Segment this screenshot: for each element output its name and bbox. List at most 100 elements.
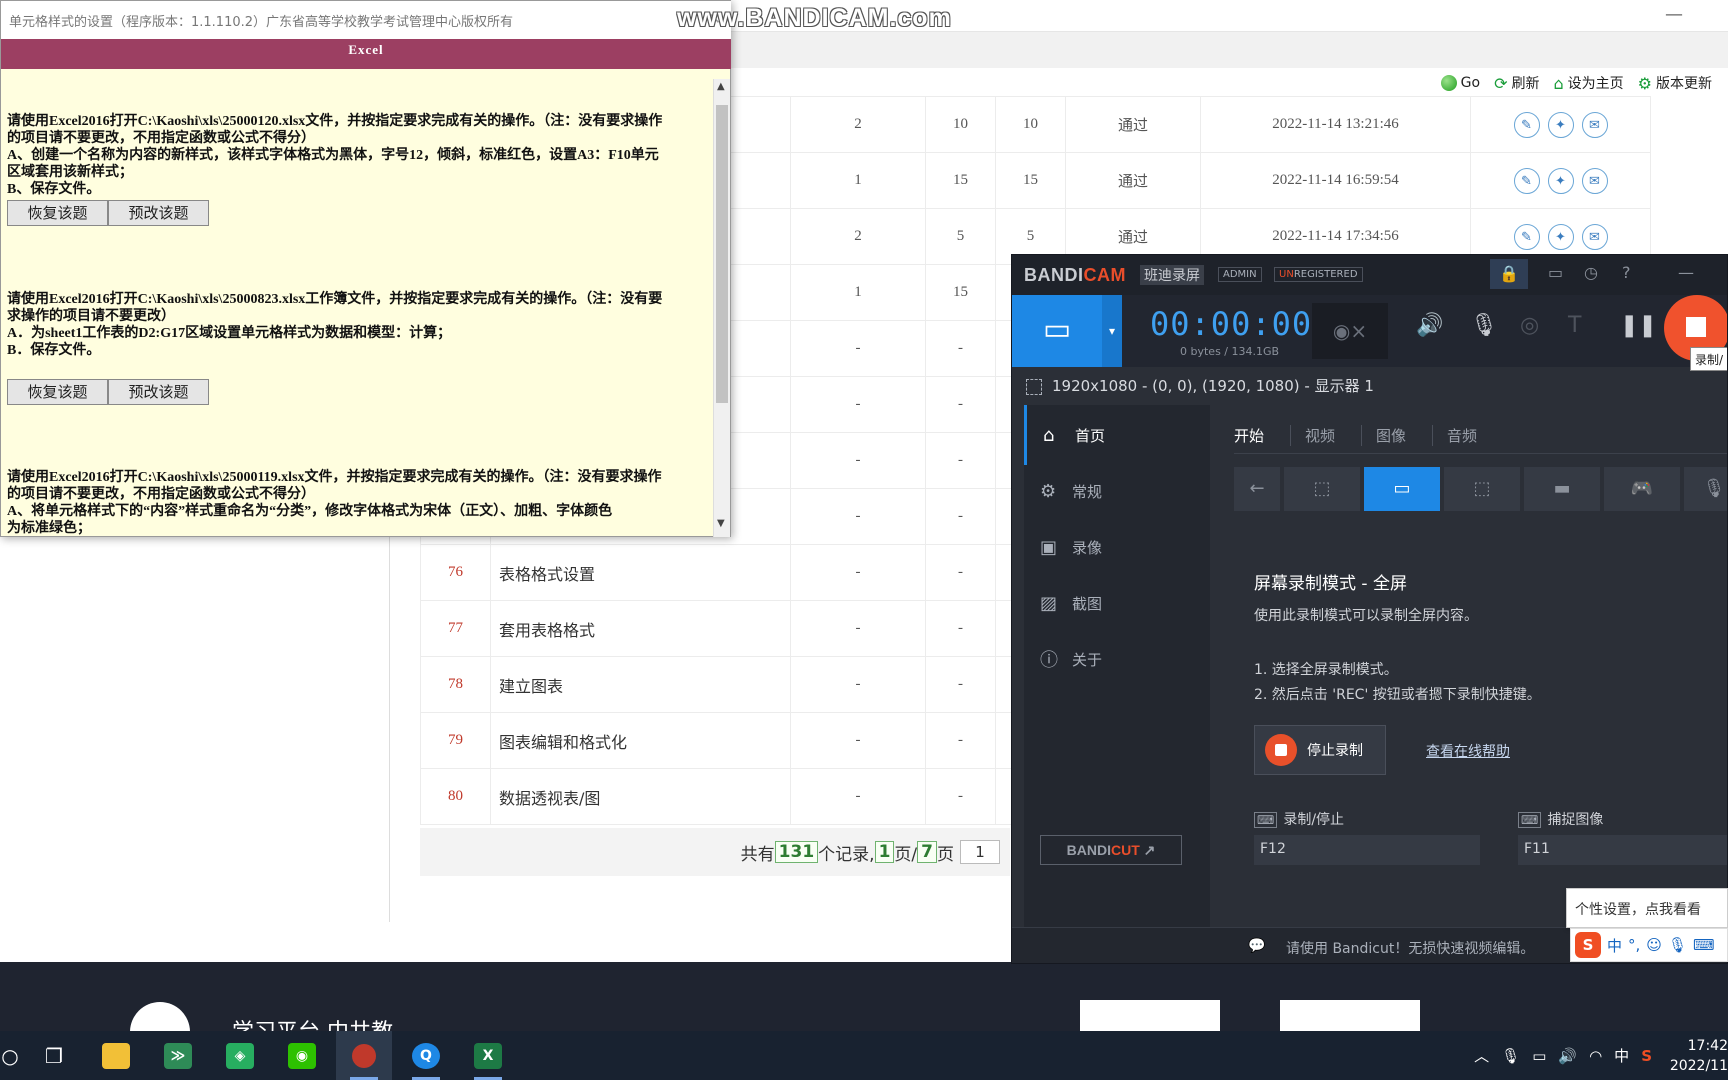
app-green-arrows[interactable]: ≫ (150, 1031, 206, 1080)
sogou-logo-icon[interactable]: S (1575, 932, 1601, 958)
qr-code-icon (1280, 1000, 1420, 1031)
badge-icon[interactable]: ✦ (1547, 167, 1574, 194)
microphone-icon[interactable]: 🎙 (1668, 936, 1687, 954)
bandicut-button[interactable]: BANDICUT ↗ (1040, 835, 1182, 865)
badge-icon[interactable]: ✦ (1547, 223, 1574, 250)
pager-prefix: 共有 (740, 844, 775, 865)
task-view-icon[interactable]: ❐ (26, 1031, 82, 1080)
mail-icon[interactable]: ✉ (1581, 111, 1608, 138)
folder-icon[interactable]: ▭ (1548, 263, 1563, 282)
minimize-button[interactable]: — (1665, 4, 1683, 25)
app-shield[interactable]: ◈ (212, 1031, 268, 1080)
sogou-tray-icon[interactable]: S (1641, 1047, 1652, 1065)
nav-about[interactable]: ⓘ 关于 (1024, 629, 1210, 689)
mail-icon[interactable]: ✉ (1581, 223, 1608, 250)
scroll-thumb[interactable] (716, 105, 728, 403)
review-icon[interactable]: ✎ (1513, 223, 1540, 250)
text-icon[interactable]: T (1568, 313, 1581, 338)
row-number: 77 (420, 600, 491, 657)
row-title[interactable]: 建立图表 (490, 656, 791, 713)
review-icon[interactable]: ✎ (1513, 167, 1540, 194)
monitor-icon[interactable]: ▭ (1012, 295, 1102, 367)
emoji-icon[interactable]: ☺ (1646, 936, 1662, 954)
page-jump-input[interactable]: 1 (960, 840, 1000, 864)
row-col-b: - (925, 656, 996, 713)
ime-language-toggle[interactable]: 中 (1607, 935, 1622, 956)
microphone-icon[interactable]: 🎙 (1501, 1047, 1520, 1065)
excel-app[interactable]: X (460, 1031, 516, 1080)
badge-icon[interactable]: ✦ (1547, 111, 1574, 138)
status-message[interactable]: 请使用 Bandicut！无损快速视频编辑。 (1286, 938, 1534, 958)
go-link[interactable]: Go (1440, 75, 1480, 91)
help-icon[interactable]: ? (1622, 263, 1631, 282)
row-col-a: - (790, 320, 926, 377)
battery-icon[interactable]: ▭ (1532, 1047, 1546, 1065)
clock-icon[interactable]: ◷ (1584, 263, 1598, 282)
nav-home[interactable]: ⌂ 首页 (1024, 405, 1210, 465)
nav-label: 首页 (1075, 426, 1106, 445)
speaker-icon[interactable]: 🔊 (1416, 313, 1443, 338)
video-icon: ▣ (1040, 536, 1058, 558)
row-col-a: - (790, 600, 926, 657)
tab-image[interactable]: 图像 (1376, 425, 1434, 446)
review-icon[interactable]: ✎ (1513, 111, 1540, 138)
volume-icon[interactable]: 🔊 (1558, 1047, 1577, 1065)
mail-icon[interactable]: ✉ (1581, 167, 1608, 194)
stop-recording-label: 停止录制 (1307, 743, 1363, 759)
wechat-app[interactable]: ◉ (274, 1031, 330, 1080)
scroll-up-icon[interactable]: ▲ (717, 81, 725, 92)
row-number: 79 (420, 712, 491, 769)
row-title[interactable]: 图表编辑和格式化 (490, 712, 791, 769)
capture-target[interactable]: 1920x1080 - (0, 0), (1920, 1080) - 显示器 1 (1012, 367, 1727, 403)
row-col-a: - (790, 768, 926, 825)
nav-general[interactable]: ⚙ 常规 (1024, 461, 1210, 521)
tab-video[interactable]: 视频 (1305, 425, 1363, 446)
lock-icon[interactable]: 🔒 (1490, 259, 1528, 289)
chevron-down-icon[interactable]: ▾ (1102, 295, 1122, 367)
tab-audio[interactable]: 音频 (1447, 425, 1503, 446)
around-mouse-mode-icon[interactable]: ⬚ (1444, 467, 1520, 511)
webcam-icon[interactable]: ◉× (1312, 303, 1388, 359)
minimize-icon[interactable]: — (1678, 263, 1694, 282)
microphone-icon[interactable]: 🎙 (1470, 313, 1498, 338)
keyboard-icon[interactable]: ⌨ (1693, 936, 1715, 954)
question-text: 的项目请不要更改，不用指定函数或公式不得分） (7, 487, 315, 502)
nav-screenshot[interactable]: ▨ 截图 (1024, 573, 1210, 633)
rectangle-mode-icon[interactable]: ⬚ (1284, 467, 1360, 511)
row-title[interactable]: 套用表格格式 (490, 600, 791, 657)
hotkey-capture-field[interactable]: F11 (1518, 835, 1727, 865)
input-language-indicator[interactable]: 中 (1614, 1045, 1629, 1066)
stop-recording-button[interactable]: 停止录制 (1254, 725, 1386, 775)
scroll-down-icon[interactable]: ▼ (717, 518, 725, 529)
nav-video[interactable]: ▣ 录像 (1024, 517, 1210, 577)
back-arrow-icon[interactable]: ← (1234, 467, 1280, 511)
excel-icon: X (474, 1042, 502, 1069)
tab-start[interactable]: 开始 (1234, 425, 1292, 446)
chevron-up-icon[interactable]: ︿ (1474, 1045, 1489, 1066)
hdmi-mode-icon[interactable]: ▬ (1524, 467, 1600, 511)
dialog-scrollbar[interactable]: ▲ ▼ (713, 79, 730, 537)
restore-question-button[interactable]: 恢复该题 (7, 379, 108, 405)
bandicam-app[interactable] (336, 1031, 392, 1080)
question-text: A、将单元格样式下的“内容”样式重命名为“分类”，修改字体格式为宋体（正文）、加… (7, 504, 613, 519)
hotkey-record-field[interactable]: F12 (1254, 835, 1480, 865)
online-help-link[interactable]: 查看在线帮助 (1426, 741, 1510, 761)
ime-punctuation-toggle[interactable]: °, (1628, 936, 1640, 954)
row-title[interactable]: 表格格式设置 (490, 544, 791, 601)
pause-icon[interactable]: ❚❚ (1620, 313, 1657, 338)
file-explorer-app[interactable] (88, 1031, 144, 1080)
question-item: 请使用Excel2016打开C:\Kaoshi\xls\25000119.xls… (7, 469, 707, 537)
game-mode-icon[interactable]: 🎮 (1604, 467, 1680, 511)
qq-browser-app[interactable]: Q (398, 1031, 454, 1080)
revise-question-button[interactable]: 预改该题 (108, 200, 209, 226)
unregistered-tag: UNREGISTERED (1274, 267, 1363, 282)
green-dot-icon (1440, 75, 1457, 91)
mouse-icon[interactable]: ◎ (1520, 313, 1539, 338)
wifi-icon[interactable]: ◠ (1589, 1047, 1602, 1065)
row-title[interactable]: 数据透视表/图 (490, 768, 791, 825)
revise-question-button[interactable]: 预改该题 (108, 379, 209, 405)
fullscreen-mode-icon[interactable]: ▭ (1364, 467, 1440, 511)
system-clock[interactable]: 17:42 2022/11 (1664, 1036, 1728, 1076)
restore-question-button[interactable]: 恢复该题 (7, 200, 108, 226)
audio-mode-icon[interactable]: 🎙 (1684, 467, 1727, 511)
